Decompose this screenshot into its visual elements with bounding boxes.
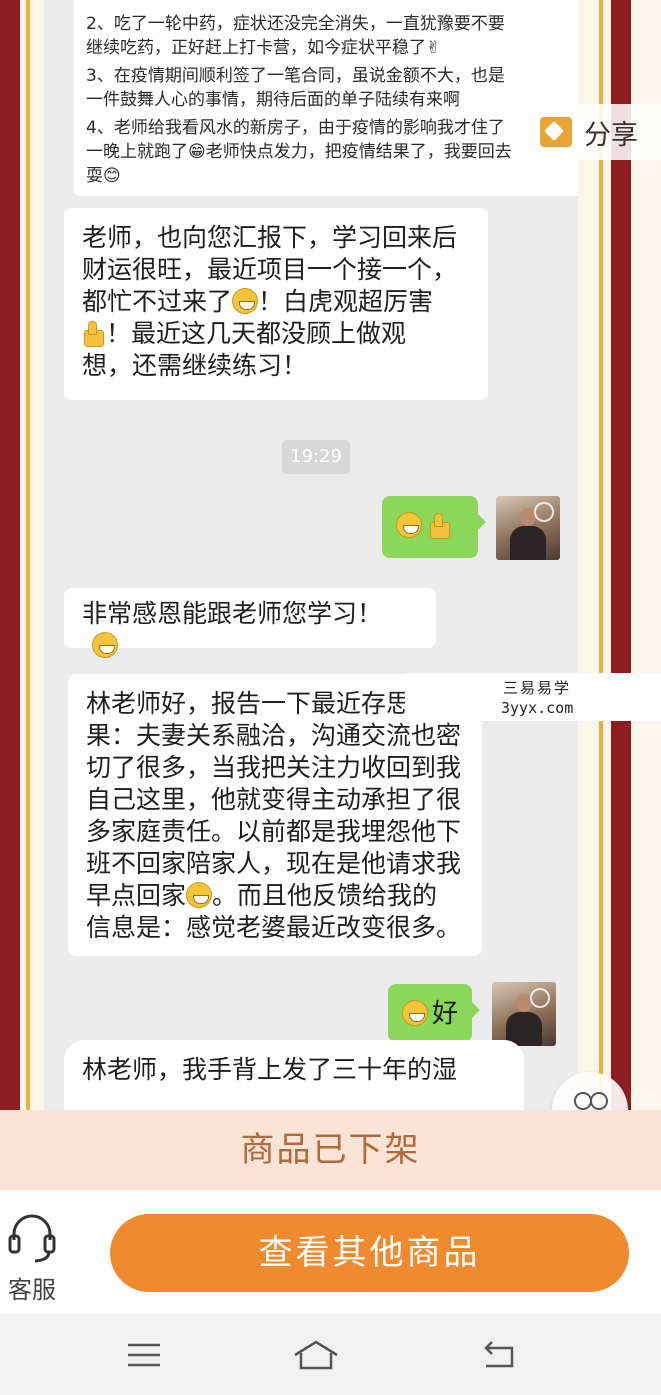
frame-border-right [611,0,631,1110]
share-label: 分享 [584,119,638,151]
testimonial-line: 3、在疫情期间顺利签了一笔合同，虽说金额不大，也是 [86,66,505,86]
avatar [496,496,560,560]
watermark-domain: 3yyx.com [501,699,574,717]
testimonial-line: 继续吃药，正好赶上打卡营，如今症状平稳了✌ [86,38,441,58]
delisted-banner: 商品已下架 [0,1110,661,1190]
message-line: 信息是：感觉老婆最近改变很多。 [86,913,462,942]
grin-emoji-icon [92,632,118,658]
message-text: ！最近这几天都没顾上做观 [106,319,407,348]
testimonial-line: 4、老师给我看风水的新房子，由于疫情的影响我才住了 [86,118,505,138]
message-line: 早点回家 。而且他反馈给我的 [86,880,464,912]
share-button[interactable]: 分享 [534,104,661,160]
customer-service-label: 客服 [8,1276,56,1304]
menu-icon [128,1343,160,1366]
message-line: 切了很多，当我把关注力收回到我 [86,753,462,782]
message-line: 想，还需继续练习！ [82,351,308,380]
system-nav-bar [0,1314,661,1395]
message-line: ！最近这几天都没顾上做观 [82,318,470,350]
frame-border-left [0,0,20,1110]
watermark-name: 三易易学 [503,679,572,697]
message-line: 老师，也向您汇报下，学习回来后 [82,223,458,252]
share-icon [540,117,572,147]
testimonial-line: 一晚上就跑了😁老师快点发力，把疫情结果了，我要回去 [86,142,512,162]
chat-bubble-sent: 好 [388,984,480,1042]
chat-bubble-received: 非常感恩能跟老师您学习！ [64,588,436,658]
message-text: 早点回家 [86,881,187,910]
view-other-products-button[interactable]: 查看其他商品 [110,1214,629,1292]
headset-icon [8,1214,56,1263]
testimonial-line: 耍😊 [86,166,121,186]
watermark: 三易易学 3yyx.com [405,673,661,721]
menu-button[interactable] [104,1314,184,1395]
message-line: 林老师，我手背上发了三十年的湿 [82,1055,458,1084]
message-text: 非常感恩能跟老师您学习！ [82,599,383,628]
grin-emoji-icon [396,512,422,538]
testimonial-line: 一件鼓舞人心的事情，期待后面的单子陆续有来啊 [86,90,460,110]
chat-bubble-sent [382,496,486,558]
frame-gold-left [26,0,30,1110]
back-button[interactable] [458,1314,538,1395]
message-line: 多家庭责任。以前都是我埋怨他下 [86,817,462,846]
back-icon [484,1340,514,1367]
thumbs-up-icon [82,320,106,347]
message-text: ！白虎观超厉害 [258,287,434,316]
message-text: 。而且他反馈给我的 [212,881,438,910]
message-line: 果：夫妻关系融洽，沟通交流也密 [86,721,462,750]
avatar [492,982,556,1046]
message-text: 好 [432,999,459,1029]
message-text: 都忙不过来了 [82,287,233,316]
thumbs-up-icon [428,512,452,539]
chat-screenshot: 2、吃了一轮中药，症状还没完全消失，一直犹豫要不要 继续吃药，正好赶上打卡营，如… [44,0,578,1110]
frame-gold-right [599,0,603,1110]
home-icon [294,1340,338,1369]
testimonial-line: 2、吃了一轮中药，症状还没完全消失，一直犹豫要不要 [86,14,505,34]
chat-bubble-received: 林老师，我手背上发了三十年的湿 [64,1040,524,1110]
frame-cream-edge [631,0,661,1110]
chat-bubble-received: 老师，也向您汇报下，学习回来后 财运很旺，最近项目一个接一个， 都忙不过来了 ！白… [64,208,488,400]
chat-timestamp: 19:29 [282,440,350,474]
grin-emoji-icon [402,1000,428,1026]
customer-service-button[interactable]: 客服 [4,1208,62,1304]
grin-emoji-icon [232,288,259,314]
message-line: 财运很旺，最近项目一个接一个， [82,255,458,284]
grin-emoji-icon [186,882,213,908]
message-line: 班不回家陪家人，现在是他请求我 [86,849,462,878]
product-image: 2、吃了一轮中药，症状还没完全消失，一直犹豫要不要 继续吃药，正好赶上打卡营，如… [0,0,661,1110]
message-line: 自己这里，他就变得主动承担了很 [86,785,462,814]
message-line: 都忙不过来了 ！白虎观超厉害 [82,286,470,318]
home-button[interactable] [276,1314,356,1395]
